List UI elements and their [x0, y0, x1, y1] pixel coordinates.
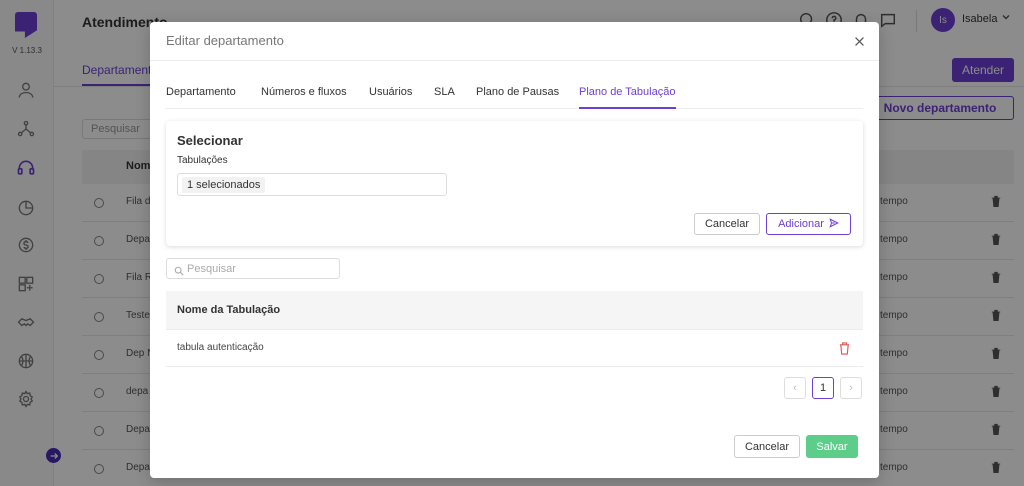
- card-cancel-button[interactable]: Cancelar: [694, 213, 760, 235]
- pagination-next-button[interactable]: ›: [840, 377, 862, 399]
- search-input[interactable]: [187, 261, 335, 276]
- card-title: Selecionar: [177, 133, 243, 148]
- tabulations-select[interactable]: 1 selecionados: [177, 173, 447, 196]
- modal-title: Editar departamento: [166, 33, 284, 48]
- pagination-prev-button[interactable]: ‹: [784, 377, 806, 399]
- table-row: tabula autenticação: [166, 330, 863, 367]
- trash-icon[interactable]: [838, 341, 852, 356]
- tab-numeros-e-fluxos[interactable]: Números e fluxos: [261, 86, 347, 98]
- tabulation-name: tabula autenticação: [177, 342, 264, 353]
- active-tab-indicator: [579, 107, 676, 109]
- select-tabulation-card: Selecionar Tabulações 1 selecionados Can…: [166, 121, 863, 246]
- add-button-label: Adicionar: [778, 218, 824, 230]
- tab-plano-de-pausas[interactable]: Plano de Pausas: [476, 86, 559, 98]
- tab-plano-de-tabulacao[interactable]: Plano de Tabulação: [579, 86, 675, 98]
- column-nome-da-tabulacao: Nome da Tabulação: [177, 304, 281, 316]
- tabulations-label: Tabulações: [177, 155, 228, 166]
- selected-count-chip: 1 selecionados: [182, 177, 266, 193]
- send-icon: [829, 217, 839, 231]
- tab-sla[interactable]: SLA: [434, 86, 455, 98]
- tab-usuarios[interactable]: Usuários: [369, 86, 412, 98]
- close-icon[interactable]: [851, 33, 867, 49]
- divider: [166, 108, 863, 109]
- divider: [150, 60, 879, 61]
- save-button[interactable]: Salvar: [806, 435, 858, 458]
- search-field[interactable]: [166, 258, 340, 279]
- cancel-button[interactable]: Cancelar: [734, 435, 800, 458]
- pagination-page-1[interactable]: 1: [812, 377, 834, 399]
- edit-department-modal: Editar departamento Departamento Números…: [150, 22, 879, 478]
- search-icon: [174, 263, 185, 276]
- add-button[interactable]: Adicionar: [766, 213, 851, 235]
- table-header: Nome da Tabulação: [166, 291, 863, 330]
- tab-departamento[interactable]: Departamento: [166, 86, 236, 98]
